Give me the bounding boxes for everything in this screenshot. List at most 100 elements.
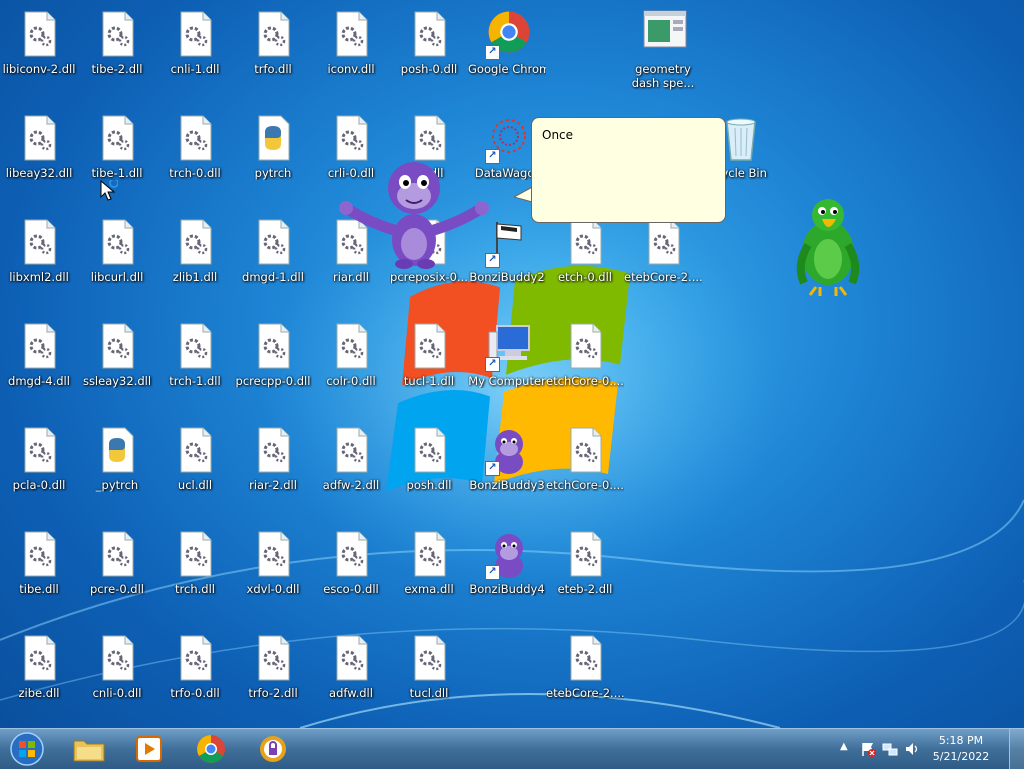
desktop-icon[interactable]: ↗ BonziBuddy4	[468, 520, 546, 620]
desktop-icon[interactable]: zibe.dll	[0, 624, 78, 724]
desktop-icon-label: Google Chrome	[468, 62, 546, 76]
show-desktop-button[interactable]	[1009, 729, 1024, 769]
desktop-icon[interactable]: trch-1.dll	[156, 312, 234, 412]
dll-file-icon	[175, 530, 215, 578]
dll-file-icon	[253, 10, 293, 58]
taskbar-google-chrome[interactable]	[186, 731, 236, 767]
datawagon-icon: ↗	[485, 114, 527, 164]
desktop-icon[interactable]: cnli-1.dll	[156, 0, 234, 100]
desktop-icon[interactable]: etch-0.dll	[546, 208, 624, 308]
desktop-icon[interactable]: riar-2.dll	[234, 416, 312, 516]
desktop-icon[interactable]: dmgd-4.dll	[0, 312, 78, 412]
mouse-cursor-icon	[100, 180, 118, 201]
network-icon[interactable]	[882, 741, 898, 757]
desktop-icon[interactable]: ucl.dll	[156, 416, 234, 516]
desktop-icon[interactable]: ↗ My Computer	[468, 312, 546, 412]
desktop-icon[interactable]: _pytrch	[78, 416, 156, 516]
desktop-icon[interactable]: etchCore-0....	[546, 416, 624, 516]
desktop-icon[interactable]: pcrecpp-0.dll	[234, 312, 312, 412]
dll-file-icon	[565, 218, 605, 266]
shortcut-arrow-icon: ↗	[485, 461, 500, 476]
desktop-icon[interactable]: tibe-2.dll	[78, 0, 156, 100]
dll-file-icon	[19, 218, 59, 266]
desktop-icon[interactable]: xdvl-0.dll	[234, 520, 312, 620]
desktop-icon[interactable]: dmgd-1.dll	[234, 208, 312, 308]
desktop-icon[interactable]: trch-0.dll	[156, 104, 234, 204]
desktop-icon[interactable]: ↗ Google Chrome	[468, 0, 546, 100]
bonzibuddy-gorilla[interactable]	[338, 152, 490, 270]
taskbar-media-player[interactable]	[124, 731, 174, 767]
desktop-icon-label: libcurl.dll	[90, 270, 144, 284]
desktop-icon[interactable]: trfo.dll	[234, 0, 312, 100]
desktop-icon[interactable]: adfw-2.dll	[312, 416, 390, 516]
desktop-icon[interactable]: tucl-1.dll	[390, 312, 468, 412]
desktop-icon-label: pcreposix-0...	[390, 270, 468, 284]
desktop-icon-label: zibe.dll	[18, 686, 60, 700]
desktop-icon-label: tibe-1.dll	[91, 166, 143, 180]
desktop-icon-label: exma.dll	[404, 582, 454, 596]
taskbar-file-explorer[interactable]	[64, 731, 114, 767]
desktop-icon-label: tucl.dll	[409, 686, 449, 700]
dll-file-icon	[409, 530, 449, 578]
desktop-icon-label: adfw-2.dll	[322, 478, 380, 492]
desktop-icon[interactable]: pcre-0.dll	[78, 520, 156, 620]
bonzibuddy-icon: ↗	[485, 426, 527, 476]
parrot-agent[interactable]	[792, 195, 864, 297]
desktop-icon[interactable]: etebCore-2....	[546, 624, 624, 724]
clock[interactable]: 5:18 PM 5/21/2022	[926, 733, 996, 765]
desktop-icon[interactable]: zlib1.dll	[156, 208, 234, 308]
desktop-icon[interactable]: tucl.dll	[390, 624, 468, 724]
desktop-icon[interactable]: exma.dll	[390, 520, 468, 620]
dll-file-icon	[253, 322, 293, 370]
desktop-icon-label: pcla-0.dll	[12, 478, 66, 492]
dll-file-icon	[409, 426, 449, 474]
desktop-icon[interactable]: ssleay32.dll	[78, 312, 156, 412]
start-button[interactable]	[2, 731, 52, 767]
desktop-icon[interactable]: adfw.dll	[312, 624, 390, 724]
clock-date: 5/21/2022	[932, 750, 990, 763]
desktop-icon[interactable]: colr-0.dll	[312, 312, 390, 412]
show-hidden-icons-chevron-icon[interactable]: ▲	[840, 741, 848, 752]
desktop-icon-label: etchCore-0....	[546, 374, 624, 388]
desktop-icon[interactable]: pcla-0.dll	[0, 416, 78, 516]
clock-time: 5:18 PM	[938, 734, 984, 747]
desktop-icon[interactable]: ↗ BonziBuddy3	[468, 416, 546, 516]
desktop-icon[interactable]: posh-0.dll	[390, 0, 468, 100]
desktop-icon[interactable]: libxml2.dll	[0, 208, 78, 308]
desktop-icon[interactable]: trfo-2.dll	[234, 624, 312, 724]
desktop-icon[interactable]: eteb-2.dll	[546, 520, 624, 620]
dll-file-icon	[331, 10, 371, 58]
desktop-icon[interactable]: iconv.dll	[312, 0, 390, 100]
dll-file-icon	[175, 10, 215, 58]
desktop-icon[interactable]: posh.dll	[390, 416, 468, 516]
desktop-icon[interactable]: tibe.dll	[0, 520, 78, 620]
desktop-icon[interactable]: etebCore-2....	[624, 208, 702, 308]
dll-file-icon	[19, 634, 59, 682]
action-center-flag-icon[interactable]	[860, 741, 876, 757]
dll-file-icon	[253, 530, 293, 578]
bonzibuddy-flag-icon: ↗	[485, 218, 527, 268]
volume-icon[interactable]	[904, 741, 920, 757]
desktop-icon[interactable]: trfo-0.dll	[156, 624, 234, 724]
desktop-icon[interactable]: etchCore-0....	[546, 312, 624, 412]
desktop-icon-label: trfo.dll	[254, 62, 292, 76]
desktop-icon-label: adfw.dll	[329, 686, 373, 700]
dll-file-icon	[253, 426, 293, 474]
windows-orb-icon	[10, 732, 44, 766]
dll-file-icon	[175, 426, 215, 474]
desktop-icon[interactable]: esco-0.dll	[312, 520, 390, 620]
taskbar-hotspot-shield[interactable]	[248, 731, 298, 767]
desktop-icon[interactable]: libcurl.dll	[78, 208, 156, 308]
dll-file-icon	[97, 634, 137, 682]
desktop-icon-label: tibe-2.dll	[91, 62, 143, 76]
desktop-icon[interactable]: pytrch	[234, 104, 312, 204]
dll-file-icon	[565, 530, 605, 578]
speech-text: Once	[542, 128, 574, 142]
desktop-icon[interactable]: geometry dash spe...	[624, 0, 702, 100]
desktop-icon[interactable]: libeay32.dll	[0, 104, 78, 204]
desktop-icon-label: ssleay32.dll	[82, 374, 152, 388]
desktop-icon[interactable]: cnli-0.dll	[78, 624, 156, 724]
desktop-icon[interactable]: libiconv-2.dll	[0, 0, 78, 100]
desktop-icon[interactable]: trch.dll	[156, 520, 234, 620]
desktop-icon-label: pytrch	[254, 166, 292, 180]
